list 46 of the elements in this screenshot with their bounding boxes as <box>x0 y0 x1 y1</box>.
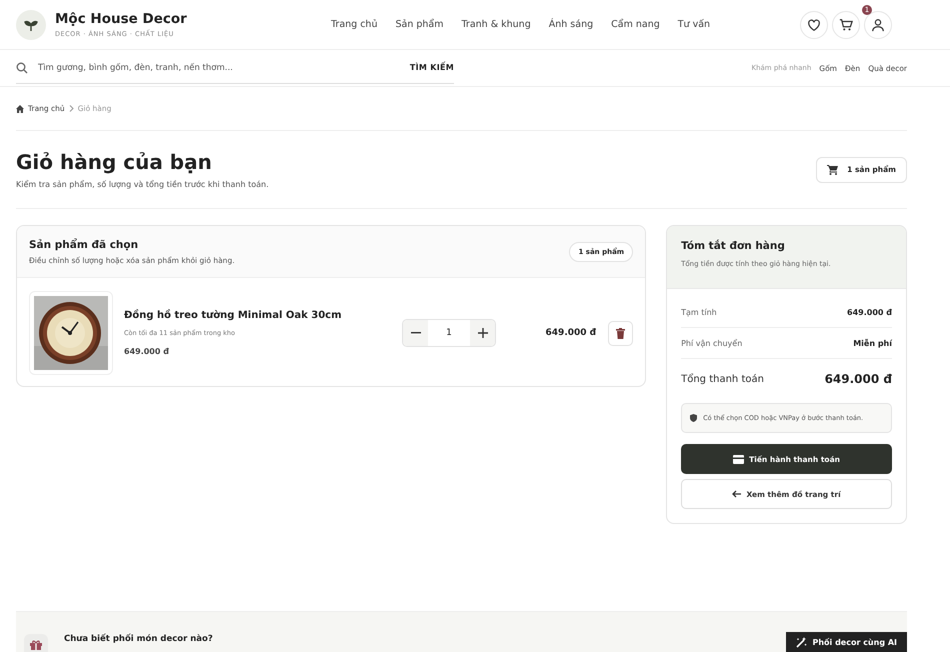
user-icon <box>871 18 885 32</box>
summary-value: 649.000 đ <box>847 308 892 316</box>
search-button[interactable]: TÌM KIẾM <box>410 63 454 72</box>
magic-wand-icon <box>796 636 808 648</box>
card-icon <box>733 454 744 464</box>
nav-link[interactable]: Sản phẩm <box>395 19 444 30</box>
plus-icon <box>478 328 488 338</box>
nav-link[interactable]: Cẩm nang <box>611 19 660 30</box>
delete-button[interactable] <box>608 320 634 346</box>
shield-icon <box>690 414 698 422</box>
nav-link[interactable]: Ánh sáng <box>548 19 594 30</box>
user-button[interactable] <box>864 10 892 38</box>
cart-icon <box>827 164 838 174</box>
search-field[interactable]: Tìm gương, bình gốm, đèn, tranh, nến thơm... TÌM KIẾM <box>16 52 454 84</box>
home-icon <box>16 104 24 112</box>
summary-title: Tóm tắt đơn hàng <box>681 240 786 252</box>
quantity-value[interactable]: 1 <box>428 328 470 338</box>
brand-name[interactable]: Mộc House Decor <box>55 11 187 27</box>
line-total: 649.000 đ <box>546 328 596 338</box>
minus-icon <box>410 332 420 334</box>
summary-value: Miễn phí <box>853 338 892 348</box>
product-name[interactable]: Đồng hồ treo tường Minimal Oak 30cm <box>124 310 394 321</box>
nav-link[interactable]: Tư vấn <box>678 19 710 30</box>
sprout-logo-icon <box>16 10 46 40</box>
increase-button[interactable] <box>470 320 495 346</box>
search-icon <box>16 62 28 74</box>
total-value: 649.000 đ <box>824 372 892 386</box>
summary-label: Phí vận chuyển <box>681 338 742 348</box>
chevron-right-icon <box>68 105 74 112</box>
summary-label: Tạm tính <box>681 308 717 316</box>
ai-decor-button[interactable]: Phối decor cùng AI <box>786 632 907 652</box>
page-subtitle: Kiểm tra sản phẩm, số lượng và tổng tiền trước khi thanh toán. <box>16 180 269 189</box>
unit-price: 649.000 đ <box>124 347 170 356</box>
total-label: Tổng thanh toán <box>681 374 764 384</box>
cart-button[interactable] <box>832 10 860 38</box>
nav-link[interactable]: Tranh & khung <box>462 19 531 30</box>
nav-link[interactable]: Trang chủ <box>331 19 378 30</box>
cart-icon <box>839 18 853 32</box>
arrow-left-icon <box>732 490 742 498</box>
banner-text: Chưa biết phối món decor nào? <box>64 634 213 644</box>
heart-button[interactable] <box>800 10 828 38</box>
trash-icon <box>616 328 626 338</box>
decrease-button[interactable] <box>403 320 428 346</box>
heart-icon <box>807 18 821 32</box>
cart-title: Sản phẩm đã chọn <box>29 238 140 250</box>
page-title: Giỏ hàng của bạn <box>16 150 213 174</box>
